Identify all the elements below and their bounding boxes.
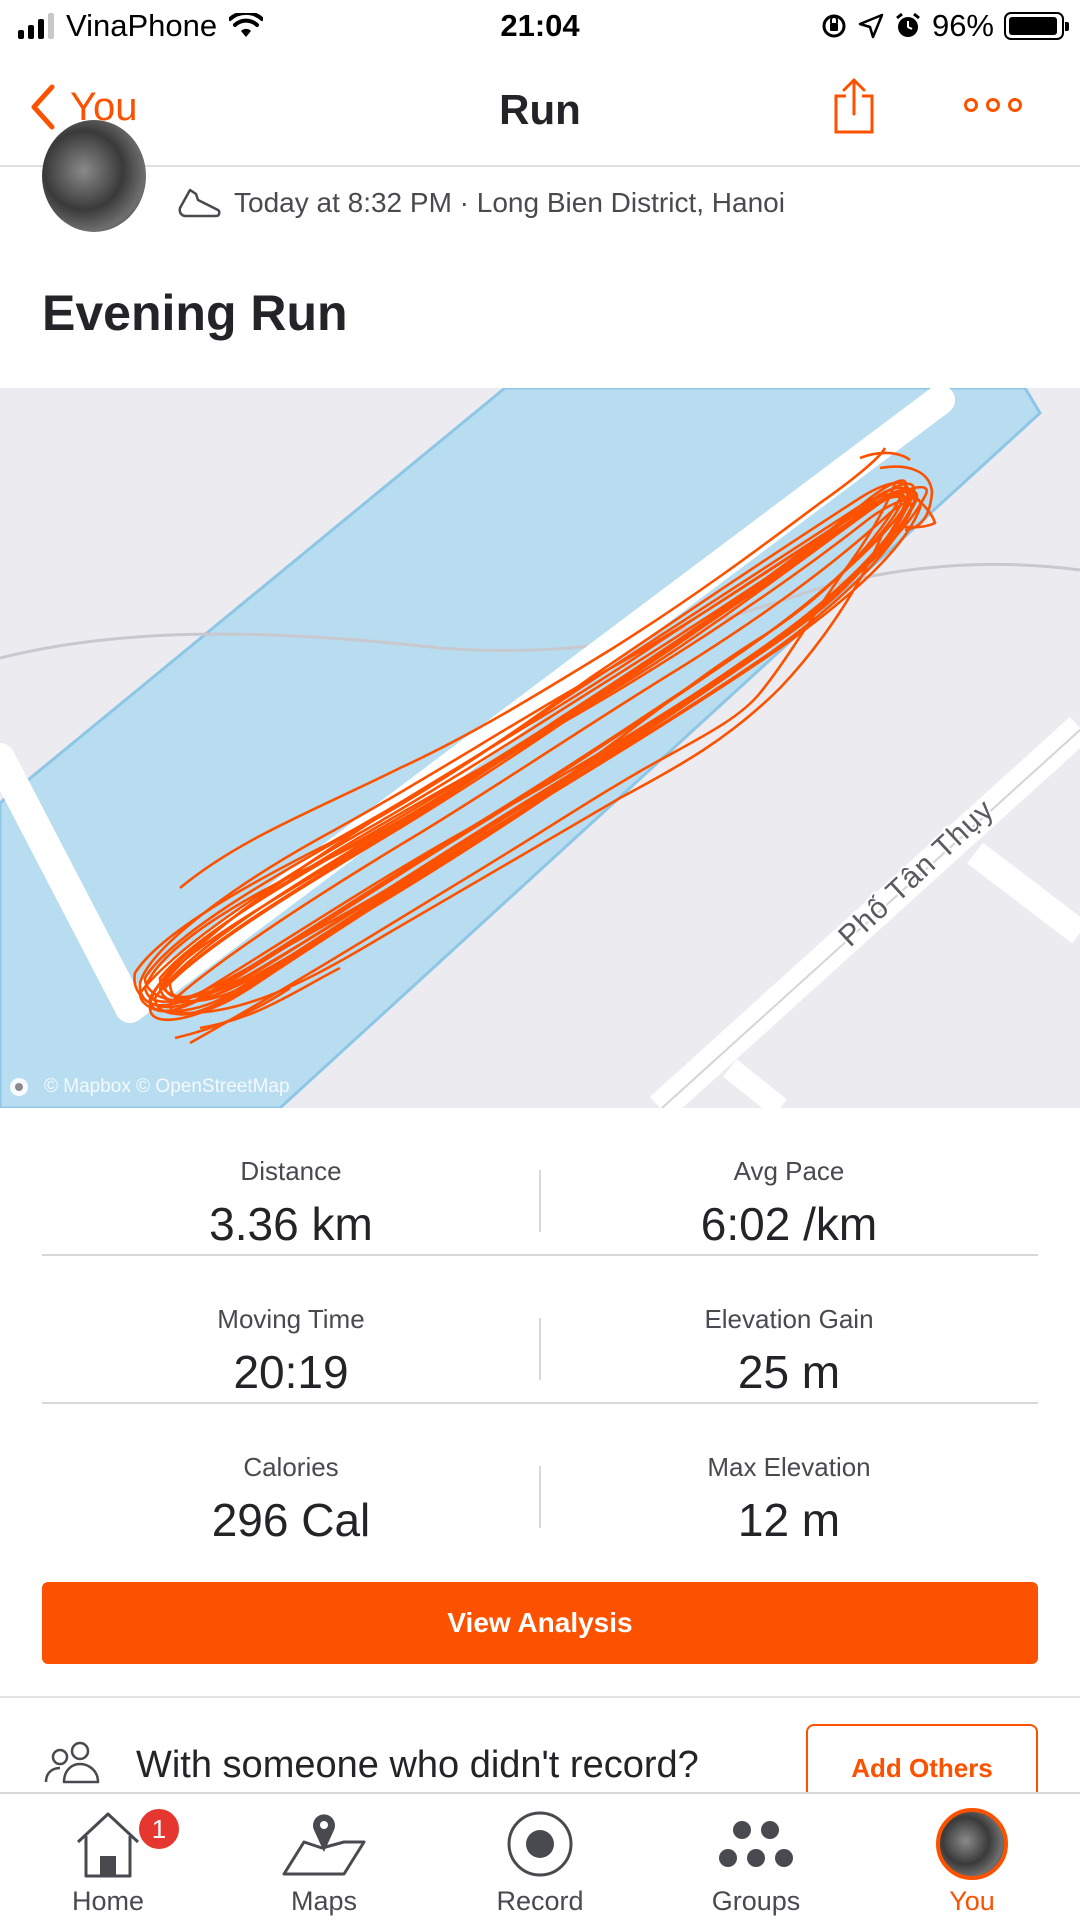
tab-label: Groups: [711, 1886, 801, 1916]
map-canvas: Phố Tân Thụy: [0, 388, 1080, 1108]
stat-value: 20:19: [233, 1346, 349, 1398]
stats-row: Calories 296 Cal Max Elevation 12 m: [42, 1404, 1038, 1552]
tab-label: You: [949, 1886, 995, 1916]
tab-home[interactable]: 1 Home: [0, 1794, 216, 1920]
add-others-section: With someone who didn't record? Add Othe…: [0, 1700, 1080, 1814]
stat-distance: Distance 3.36 km: [42, 1108, 540, 1254]
stat-calories: Calories 296 Cal: [42, 1404, 540, 1552]
tab-bar: 1 Home Maps Record Groups You: [0, 1792, 1080, 1920]
notification-badge: 1: [136, 1806, 182, 1852]
stat-max-elevation: Max Elevation 12 m: [540, 1404, 1038, 1552]
stat-value: 25 m: [737, 1346, 841, 1398]
record-icon: [507, 1811, 573, 1877]
avatar: [936, 1808, 1008, 1880]
more-button[interactable]: [964, 98, 1022, 112]
attribution-text: © Mapbox © OpenStreetMap: [44, 1076, 290, 1097]
stats-row: Distance 3.36 km Avg Pace 6:02 /km: [42, 1108, 1038, 1256]
athlete-avatar[interactable]: [42, 120, 146, 232]
home-icon: [76, 1812, 140, 1878]
stat-label: Distance: [240, 1156, 342, 1186]
tab-groups[interactable]: Groups: [648, 1794, 864, 1920]
divider: [539, 1170, 541, 1232]
stat-label: Avg Pace: [733, 1156, 845, 1186]
stat-value: 3.36 km: [209, 1198, 373, 1250]
location-icon: [858, 13, 884, 39]
status-bar: VinaPhone 21:04 96%: [0, 0, 1080, 54]
divider: [539, 1318, 541, 1380]
stat-label: Moving Time: [217, 1304, 365, 1334]
nav-bar: You Run: [0, 54, 1080, 167]
stat-value: 296 Cal: [211, 1494, 371, 1546]
stat-avg-pace: Avg Pace 6:02 /km: [540, 1108, 1038, 1254]
share-button[interactable]: [828, 76, 880, 141]
maps-icon: [282, 1814, 366, 1876]
map-attribution: © Mapbox © OpenStreetMap: [8, 1076, 290, 1098]
stat-label: Elevation Gain: [704, 1304, 874, 1334]
mapbox-logo-icon: [10, 1078, 28, 1096]
activity-date-location: Today at 8:32 PM · Long Bien District, H…: [234, 187, 785, 218]
activity-title: Evening Run: [42, 285, 348, 341]
stat-label: Max Elevation: [707, 1452, 871, 1482]
stats-row: Moving Time 20:19 Elevation Gain 25 m: [42, 1256, 1038, 1404]
shoe-icon: [178, 188, 221, 218]
tab-label: Maps: [290, 1886, 358, 1916]
stat-elevation-gain: Elevation Gain 25 m: [540, 1256, 1038, 1402]
stats-grid: Distance 3.36 km Avg Pace 6:02 /km Movin…: [42, 1108, 1038, 1552]
others-prompt: With someone who didn't record?: [136, 1744, 699, 1786]
share-icon: [834, 78, 874, 134]
tab-record[interactable]: Record: [432, 1794, 648, 1920]
stat-value: 6:02 /km: [700, 1198, 878, 1250]
activity-meta: Today at 8:32 PM · Long Bien District, H…: [176, 186, 785, 220]
alarm-icon: [896, 12, 920, 37]
view-analysis-button[interactable]: View Analysis: [42, 1582, 1038, 1664]
route-map[interactable]: Phố Tân Thụy © Mapbox © OpenStreetMap: [0, 388, 1080, 1108]
stat-label: Calories: [243, 1452, 339, 1482]
tab-label: Record: [496, 1886, 584, 1916]
page-title: Run: [499, 86, 581, 133]
tab-label: Home: [71, 1886, 145, 1916]
tab-maps[interactable]: Maps: [216, 1794, 432, 1920]
divider: [539, 1466, 541, 1528]
stat-value: 12 m: [737, 1494, 841, 1546]
battery-icon: [1004, 12, 1069, 40]
groups-icon: [719, 1821, 793, 1867]
street-label: Phố Tân Thụy: [832, 793, 1000, 953]
divider: [0, 1696, 1080, 1698]
people-icon: [44, 1741, 100, 1784]
stat-moving-time: Moving Time 20:19: [42, 1256, 540, 1402]
tab-you[interactable]: You: [864, 1794, 1080, 1920]
battery-percent: 96%: [931, 8, 994, 43]
orientation-lock-icon: [822, 14, 846, 38]
